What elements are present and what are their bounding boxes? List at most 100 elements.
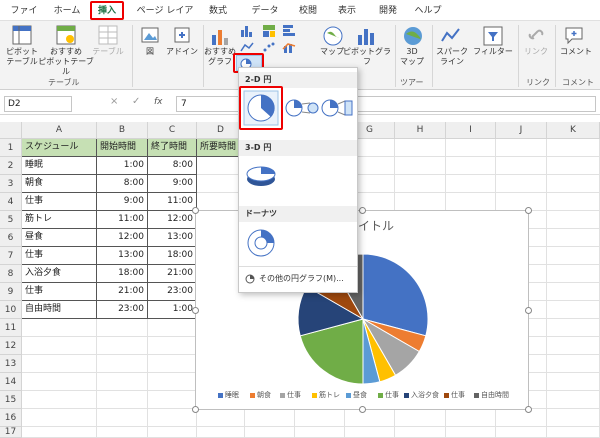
table-cell[interactable]: 13:00 bbox=[97, 247, 148, 265]
row-header[interactable]: 11 bbox=[0, 319, 22, 337]
table-header-cell[interactable]: スケジュール bbox=[22, 139, 97, 157]
grid-cell[interactable] bbox=[197, 409, 245, 427]
row-header[interactable]: 2 bbox=[0, 157, 22, 175]
table-cell[interactable]: 仕事 bbox=[22, 247, 97, 265]
grid-cell[interactable] bbox=[496, 139, 547, 157]
grid-cell[interactable] bbox=[446, 157, 496, 175]
link-button[interactable]: リンク bbox=[520, 47, 552, 57]
row-header[interactable]: 1 bbox=[0, 139, 22, 157]
table-cell[interactable]: 23:00 bbox=[97, 301, 148, 319]
tab-review[interactable]: 校閲 bbox=[296, 3, 320, 19]
tab-home[interactable]: ホーム bbox=[50, 3, 84, 19]
grid-cell[interactable] bbox=[446, 175, 496, 193]
resize-handle[interactable] bbox=[525, 406, 532, 413]
grid-cell[interactable] bbox=[97, 427, 148, 438]
resize-handle[interactable] bbox=[359, 406, 366, 413]
legend-entry[interactable]: 自由時間 bbox=[474, 390, 509, 400]
grid-cell[interactable] bbox=[197, 427, 245, 438]
tab-view[interactable]: 表示 bbox=[335, 3, 359, 19]
grid-cell[interactable] bbox=[97, 409, 148, 427]
grid-cell[interactable] bbox=[148, 409, 197, 427]
3d-map-button[interactable]: 3D マップ bbox=[397, 47, 427, 67]
table-cell[interactable]: 23:00 bbox=[148, 283, 197, 301]
table-cell[interactable]: 18:00 bbox=[148, 247, 197, 265]
grid-cell[interactable] bbox=[22, 355, 97, 373]
grid-cell[interactable] bbox=[547, 283, 600, 301]
table-cell[interactable]: 18:00 bbox=[97, 265, 148, 283]
grid-cell[interactable] bbox=[22, 427, 97, 438]
grid-cell[interactable] bbox=[148, 337, 197, 355]
pivot-chart-button[interactable]: ピボットグラフ bbox=[342, 47, 392, 67]
grid-cell[interactable] bbox=[148, 427, 197, 438]
grid-cell[interactable] bbox=[395, 139, 446, 157]
table-cell[interactable]: 仕事 bbox=[22, 193, 97, 211]
legend-entry[interactable]: 入浴夕食 bbox=[404, 390, 439, 400]
grid-cell[interactable] bbox=[496, 175, 547, 193]
resize-handle[interactable] bbox=[359, 207, 366, 214]
cancel-icon[interactable]: × bbox=[110, 96, 118, 107]
column-header[interactable]: C bbox=[148, 122, 197, 139]
row-header[interactable]: 6 bbox=[0, 229, 22, 247]
grid-cell[interactable] bbox=[395, 409, 446, 427]
grid-cell[interactable] bbox=[547, 247, 600, 265]
table-header-cell[interactable]: 開始時間 bbox=[97, 139, 148, 157]
resize-handle[interactable] bbox=[525, 307, 532, 314]
table-cell[interactable]: 13:00 bbox=[148, 229, 197, 247]
grid-cell[interactable] bbox=[148, 355, 197, 373]
grid-cell[interactable] bbox=[446, 409, 496, 427]
grid-cell[interactable] bbox=[547, 175, 600, 193]
name-box[interactable]: D2 bbox=[4, 96, 72, 112]
grid-cell[interactable] bbox=[395, 157, 446, 175]
resize-handle[interactable] bbox=[192, 207, 199, 214]
grid-cell[interactable] bbox=[547, 355, 600, 373]
row-header[interactable]: 7 bbox=[0, 247, 22, 265]
grid-cell[interactable] bbox=[345, 409, 395, 427]
grid-cell[interactable] bbox=[345, 427, 395, 438]
table-cell[interactable]: 自由時間 bbox=[22, 301, 97, 319]
row-header[interactable]: 13 bbox=[0, 355, 22, 373]
grid-cell[interactable] bbox=[446, 193, 496, 211]
grid-cell[interactable] bbox=[547, 427, 600, 438]
grid-cell[interactable] bbox=[22, 319, 97, 337]
grid-cell[interactable] bbox=[547, 373, 600, 391]
row-header[interactable]: 4 bbox=[0, 193, 22, 211]
pie-of-pie-option[interactable] bbox=[285, 96, 319, 120]
row-header[interactable]: 10 bbox=[0, 301, 22, 319]
grid-cell[interactable] bbox=[97, 391, 148, 409]
table-cell[interactable]: 21:00 bbox=[148, 265, 197, 283]
grid-cell[interactable] bbox=[547, 139, 600, 157]
tab-formulas[interactable]: 数式 bbox=[206, 3, 230, 19]
row-header[interactable]: 12 bbox=[0, 337, 22, 355]
table-button[interactable]: テーブル bbox=[88, 47, 128, 57]
grid-cell[interactable] bbox=[395, 427, 446, 438]
table-header-cell[interactable]: 終了時間 bbox=[148, 139, 197, 157]
legend-entry[interactable]: 仕事 bbox=[444, 390, 465, 400]
grid-cell[interactable] bbox=[547, 391, 600, 409]
column-header[interactable]: J bbox=[496, 122, 547, 139]
table-cell[interactable]: 21:00 bbox=[97, 283, 148, 301]
table-cell[interactable]: 8:00 bbox=[148, 157, 197, 175]
table-cell[interactable]: 8:00 bbox=[97, 175, 148, 193]
table-cell[interactable]: 睡眠 bbox=[22, 157, 97, 175]
grid-cell[interactable] bbox=[547, 337, 600, 355]
function-icon[interactable]: fx bbox=[154, 97, 163, 107]
grid-cell[interactable] bbox=[395, 193, 446, 211]
table-cell[interactable]: 1:00 bbox=[148, 301, 197, 319]
grid-cell[interactable] bbox=[547, 319, 600, 337]
table-cell[interactable]: 仕事 bbox=[22, 283, 97, 301]
grid-cell[interactable] bbox=[22, 409, 97, 427]
legend-entry[interactable]: 仕事 bbox=[378, 390, 399, 400]
column-header[interactable]: A bbox=[22, 122, 97, 139]
grid-cell[interactable] bbox=[496, 193, 547, 211]
pie-3d-option[interactable] bbox=[243, 160, 279, 190]
grid-cell[interactable] bbox=[97, 355, 148, 373]
table-cell[interactable]: 朝食 bbox=[22, 175, 97, 193]
grid-cell[interactable] bbox=[295, 427, 345, 438]
column-header[interactable]: B bbox=[97, 122, 148, 139]
table-cell[interactable]: 昼食 bbox=[22, 229, 97, 247]
grid-cell[interactable] bbox=[547, 157, 600, 175]
table-cell[interactable]: 9:00 bbox=[97, 193, 148, 211]
grid-cell[interactable] bbox=[22, 391, 97, 409]
grid-cell[interactable] bbox=[97, 319, 148, 337]
table-cell[interactable]: 入浴夕食 bbox=[22, 265, 97, 283]
